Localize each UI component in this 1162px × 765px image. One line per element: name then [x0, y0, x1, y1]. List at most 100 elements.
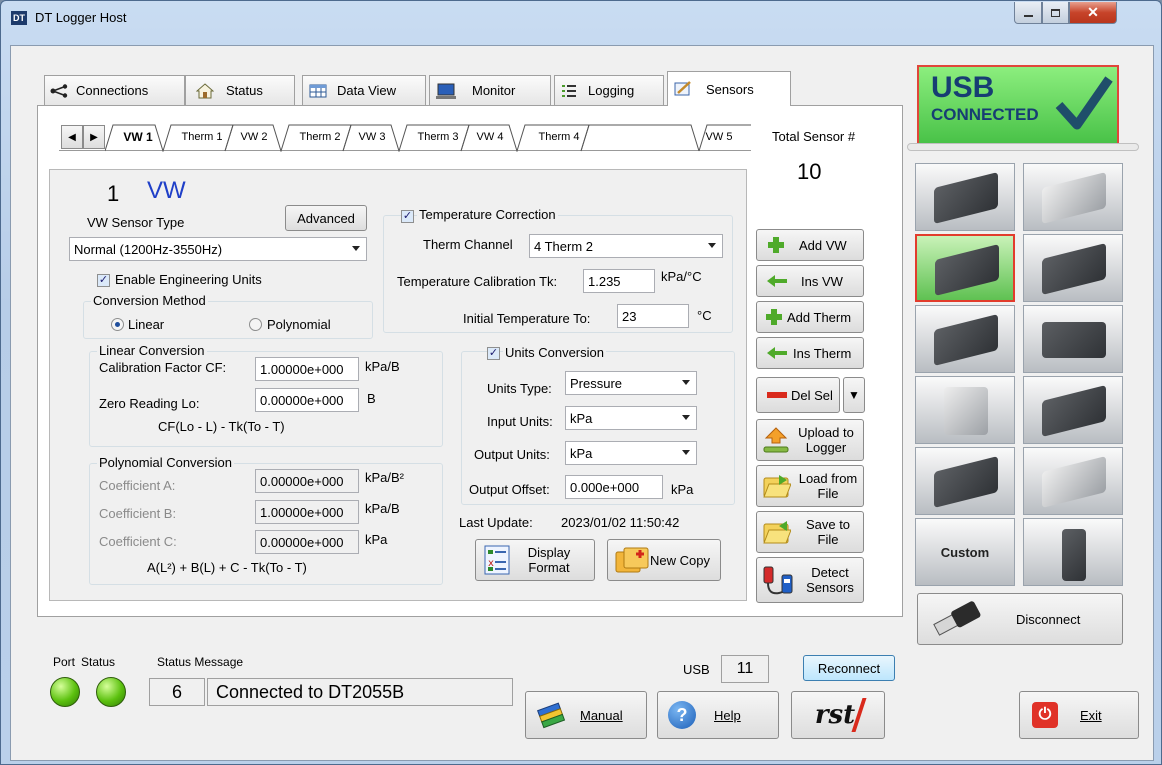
to-value: 23 [622, 308, 637, 324]
custom-thumb[interactable]: Custom [915, 518, 1015, 586]
tk-unit: kPa/°C [661, 269, 702, 284]
del-sel-dropdown-button[interactable]: ▼ [843, 377, 865, 413]
cf-field[interactable]: 1.00000e+000 [255, 357, 359, 381]
power-icon: ⏻ [1032, 702, 1058, 728]
sensor-tab-vw4[interactable]: VW 4 [467, 123, 513, 151]
enable-eng-units-checkbox[interactable]: ✓ [97, 274, 110, 287]
display-format-button[interactable]: x Display Format [475, 539, 595, 581]
input-units-select[interactable]: kPa [565, 406, 697, 430]
manual-button[interactable]: Manual [525, 691, 647, 739]
sensor-tab-vw1[interactable]: VW 1 [113, 123, 163, 151]
minimize-icon [1023, 14, 1033, 17]
device-thumb-7[interactable] [915, 376, 1015, 444]
scroll-left-button[interactable]: ◀ [61, 125, 83, 149]
units-type-label: Units Type: [487, 381, 552, 396]
device-thumb-4[interactable] [1023, 234, 1123, 302]
detect-sensors-button[interactable]: Detect Sensors [756, 557, 864, 603]
window-title: DT Logger Host [35, 10, 127, 25]
sensor-type-label: VW [147, 177, 186, 204]
sensor-tab-therm3[interactable]: Therm 3 [407, 123, 469, 151]
sensor-tab-vw2[interactable]: VW 2 [231, 123, 277, 151]
output-units-select[interactable]: kPa [565, 441, 697, 465]
tab-sensors[interactable]: Sensors [667, 71, 791, 106]
status-message: Connected to DT2055B [216, 681, 405, 702]
chevron-down-icon [352, 246, 360, 251]
device-thumb-10[interactable] [1023, 447, 1123, 515]
lo-unit: B [367, 391, 376, 406]
enable-eng-units-label: Enable Engineering Units [115, 272, 262, 287]
add-therm-button[interactable]: Add Therm [756, 301, 864, 333]
tab-data-view[interactable]: Data View [302, 75, 426, 105]
device-image [934, 314, 998, 366]
save-to-file-button[interactable]: Save to File [756, 511, 864, 553]
tab-label: Connections [76, 83, 149, 98]
device-thumb-5[interactable] [915, 305, 1015, 373]
exit-label: Exit [1080, 707, 1102, 723]
maximize-button[interactable] [1042, 2, 1069, 24]
device-thumb-1[interactable] [915, 163, 1015, 231]
linear-radio[interactable] [111, 318, 124, 331]
coef-b-field[interactable]: 1.00000e+000 [255, 500, 359, 524]
add-vw-button[interactable]: Add VW [756, 229, 864, 261]
usb-banner-line2: CONNECTED [931, 105, 1039, 124]
minimize-button[interactable] [1014, 2, 1042, 24]
sensor-tab-therm1[interactable]: Therm 1 [171, 123, 233, 151]
coef-b-label: Coefficient B: [99, 506, 177, 521]
chevron-down-icon [708, 243, 716, 248]
device-thumb-11[interactable] [1023, 518, 1123, 586]
device-thumb-6[interactable] [1023, 305, 1123, 373]
total-sensor-value: 10 [797, 159, 822, 184]
ins-therm-button[interactable]: Ins Therm [756, 337, 864, 369]
vw-sensor-type-select[interactable]: Normal (1200Hz-3550Hz) [69, 237, 367, 261]
coef-a-field[interactable]: 0.00000e+000 [255, 469, 359, 493]
reconnect-label: Reconnect [817, 660, 881, 676]
device-thumb-9[interactable] [915, 447, 1015, 515]
to-field[interactable]: 23 [617, 304, 689, 328]
coef-c-field[interactable]: 0.00000e+000 [255, 530, 359, 554]
del-sel-button[interactable]: Del Sel [756, 377, 840, 413]
ins-vw-button[interactable]: Ins VW [756, 265, 864, 297]
temperature-correction-checkbox[interactable]: ✓ [401, 210, 414, 223]
tab-label: Logging [588, 83, 635, 98]
tab-monitor[interactable]: Monitor [429, 75, 551, 105]
rst-logo-button[interactable]: rst [791, 691, 885, 739]
disconnect-button[interactable]: Disconnect [917, 593, 1123, 645]
device-thumb-3-selected[interactable] [915, 234, 1015, 302]
tab-logging[interactable]: Logging [554, 75, 664, 105]
help-button[interactable]: ? Help [657, 691, 779, 739]
therm-channel-select[interactable]: 4 Therm 2 [529, 234, 723, 258]
close-window-button[interactable]: ✕ [1069, 2, 1117, 24]
upload-to-logger-button[interactable]: Upload to Logger [756, 419, 864, 461]
output-offset-field[interactable]: 0.000e+000 [565, 475, 663, 499]
advanced-button[interactable]: Advanced [285, 205, 367, 231]
units-type-select[interactable]: Pressure [565, 371, 697, 395]
cf-value: 1.00000e+000 [260, 361, 344, 377]
sensor-tab-therm2[interactable]: Therm 2 [289, 123, 351, 151]
coef-a-unit: kPa/B² [365, 470, 405, 485]
connections-icon [50, 83, 68, 98]
tk-field[interactable]: 1.235 [583, 269, 655, 293]
polynomial-radio[interactable] [249, 318, 262, 331]
checkmark-icon [1055, 76, 1113, 130]
tab-status[interactable]: Status [185, 75, 295, 105]
add-therm-label: Add Therm [787, 309, 852, 325]
reconnect-button[interactable]: Reconnect [803, 655, 895, 681]
close-icon: ✕ [1087, 4, 1099, 20]
new-copy-button[interactable]: New Copy [607, 539, 721, 581]
scroll-right-button[interactable]: ▶ [83, 125, 105, 149]
lo-field[interactable]: 0.00000e+000 [255, 388, 359, 412]
exit-button[interactable]: ⏻ Exit [1019, 691, 1139, 739]
sensor-tab-vw5[interactable]: VW 5 [696, 123, 742, 151]
units-conversion-checkbox[interactable]: ✓ [487, 347, 500, 360]
device-thumb-8[interactable] [1023, 376, 1123, 444]
device-image [1042, 385, 1106, 437]
load-from-file-button[interactable]: Load from File [756, 465, 864, 507]
device-thumb-2[interactable] [1023, 163, 1123, 231]
folder-save-icon [763, 521, 791, 544]
tab-connections[interactable]: Connections [44, 75, 185, 105]
sensor-tab-vw3[interactable]: VW 3 [349, 123, 395, 151]
sensor-tab-therm4[interactable]: Therm 4 [528, 123, 590, 151]
manual-label: Manual [580, 707, 623, 723]
advanced-label: Advanced [297, 210, 355, 226]
usb-label: USB [683, 662, 710, 677]
